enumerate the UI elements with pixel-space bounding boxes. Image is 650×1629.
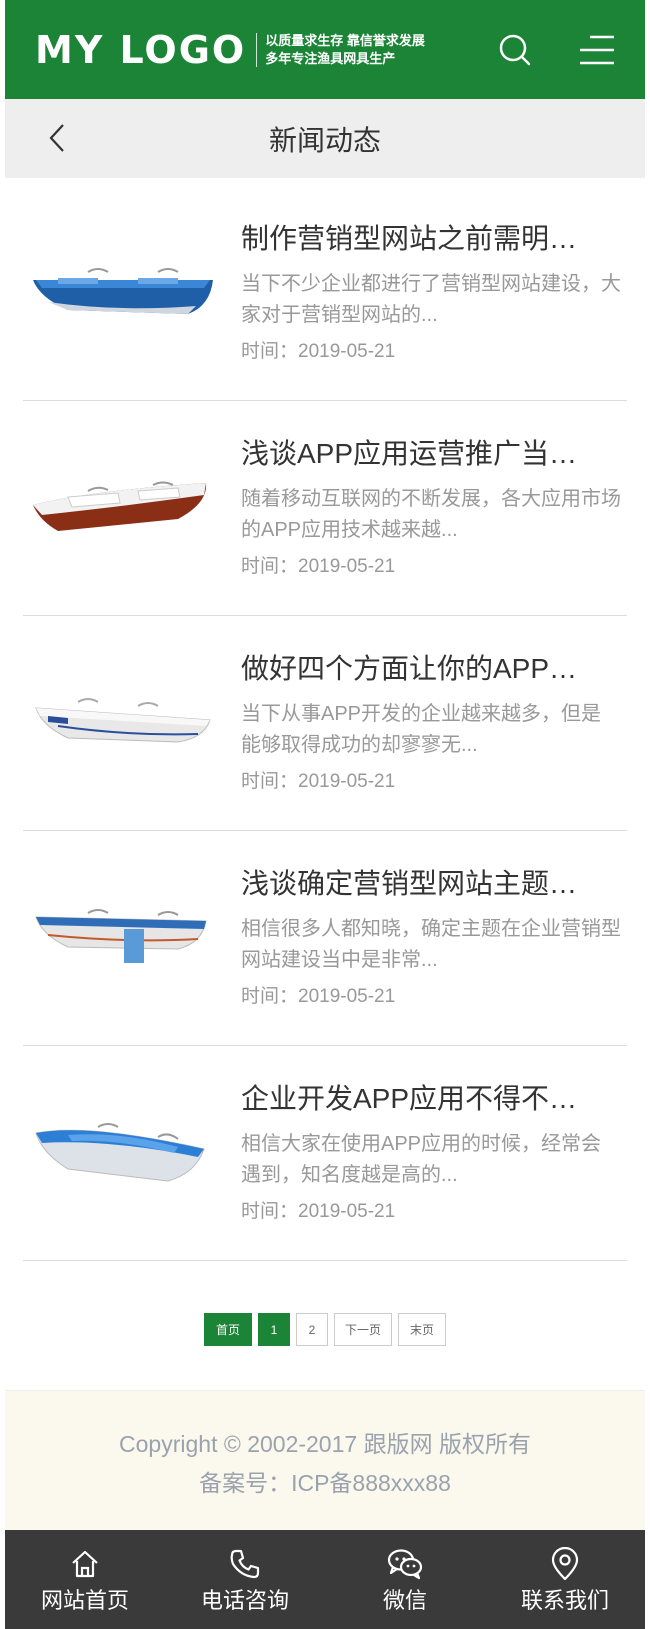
- boat-image: [35, 698, 211, 743]
- news-thumbnail[interactable]: [23, 873, 223, 1003]
- news-text: 浅谈确定营销型网站主题… 相信很多人都知晓，确定主题在企业营销型网站建设当中是非…: [241, 866, 627, 1010]
- news-title[interactable]: 浅谈确定营销型网站主题…: [241, 866, 621, 902]
- news-item[interactable]: 做好四个方面让你的APP… 当下从事APP开发的企业越来越多，但是能够取得成功的…: [23, 616, 627, 831]
- boat-image: [33, 481, 207, 531]
- page: MY LOGO 以质量求生存 靠信誉求发展 多年专注渔具网具生产 新闻动态 制作…: [5, 0, 645, 1629]
- news-item[interactable]: 制作营销型网站之前需明… 当下不少企业都进行了营销型网站建设，大家对于营销型网站…: [23, 178, 627, 401]
- pager-page-2[interactable]: 2: [296, 1313, 328, 1346]
- news-date: 时间：2019-05-21: [241, 556, 396, 577]
- news-item[interactable]: 浅谈APP应用运营推广当… 随着移动互联网的不断发展，各大应用市场的APP应用技…: [23, 401, 627, 616]
- news-title[interactable]: 浅谈APP应用运营推广当…: [241, 436, 621, 472]
- pager-page-1[interactable]: 1: [258, 1313, 290, 1346]
- news-text: 制作营销型网站之前需明… 当下不少企业都进行了营销型网站建设，大家对于营销型网站…: [241, 221, 627, 365]
- nav-phone-label: 电话咨询: [200, 1587, 289, 1613]
- pager-next[interactable]: 下一页: [334, 1313, 392, 1346]
- news-desc: 随着移动互联网的不断发展，各大应用市场的APP应用技术越来越...: [241, 488, 621, 541]
- nav-wechat-label: 微信: [382, 1587, 427, 1613]
- news-date: 时间：2019-05-21: [241, 341, 396, 362]
- news-thumbnail[interactable]: [23, 658, 223, 788]
- icp-text: 备案号：ICP备888xxx88: [199, 1470, 451, 1496]
- news-desc: 相信很多人都知晓，确定主题在企业营销型网站建设当中是非常...: [241, 918, 621, 971]
- news-date: 时间：2019-05-21: [241, 771, 396, 792]
- site-header: MY LOGO 以质量求生存 靠信誉求发展 多年专注渔具网具生产: [5, 0, 645, 99]
- title-bar: 新闻动态: [5, 99, 645, 178]
- news-text: 做好四个方面让你的APP… 当下从事APP开发的企业越来越多，但是能够取得成功的…: [241, 651, 627, 795]
- news-text: 浅谈APP应用运营推广当… 随着移动互联网的不断发展，各大应用市场的APP应用技…: [241, 436, 627, 580]
- page-title: 新闻动态: [268, 124, 381, 156]
- news-thumbnail[interactable]: [23, 1088, 223, 1218]
- wechat-icon: [387, 1548, 423, 1579]
- news-item[interactable]: 企业开发APP应用不得不… 相信大家在使用APP应用的时候，经常会遇到，知名度越…: [23, 1046, 627, 1261]
- site-logo[interactable]: MY LOGO: [35, 31, 246, 69]
- chevron-left-icon: [49, 124, 64, 152]
- copyright-text: Copyright © 2002-2017 跟版网 版权所有: [119, 1431, 531, 1457]
- bottom-nav: 网站首页 电话咨询 微信 联系我们: [5, 1530, 645, 1629]
- news-text: 企业开发APP应用不得不… 相信大家在使用APP应用的时候，经常会遇到，知名度越…: [241, 1081, 627, 1225]
- news-item[interactable]: 浅谈确定营销型网站主题… 相信很多人都知晓，确定主题在企业营销型网站建设当中是非…: [23, 831, 627, 1046]
- nav-phone[interactable]: 电话咨询: [165, 1530, 325, 1629]
- nav-home-label: 网站首页: [40, 1587, 129, 1613]
- pager-last[interactable]: 末页: [398, 1313, 446, 1346]
- news-thumbnail[interactable]: [23, 228, 223, 358]
- search-button[interactable]: [495, 30, 535, 70]
- boat-image: [35, 1123, 205, 1182]
- back-button[interactable]: [37, 118, 77, 158]
- news-date: 时间：2019-05-21: [241, 986, 396, 1007]
- boat-image: [33, 268, 213, 314]
- boat-image: [35, 909, 207, 963]
- slogan: 以质量求生存 靠信誉求发展 多年专注渔具网具生产: [265, 32, 425, 68]
- menu-button[interactable]: [577, 30, 617, 70]
- nav-home[interactable]: 网站首页: [5, 1530, 165, 1629]
- nav-wechat[interactable]: 微信: [325, 1530, 485, 1629]
- header-actions: [495, 30, 617, 70]
- pager-first[interactable]: 首页: [204, 1313, 252, 1346]
- news-list: 制作营销型网站之前需明… 当下不少企业都进行了营销型网站建设，大家对于营销型网站…: [5, 178, 645, 1261]
- news-thumbnail[interactable]: [23, 443, 223, 573]
- nav-contact-label: 联系我们: [520, 1587, 609, 1613]
- news-title[interactable]: 制作营销型网站之前需明…: [241, 221, 621, 257]
- pagination: 首页 1 2 下一页 末页: [5, 1313, 645, 1346]
- phone-icon: [230, 1549, 260, 1578]
- logo-divider: [256, 32, 258, 67]
- slogan-line-2: 多年专注渔具网具生产: [265, 50, 396, 66]
- location-pin-icon: [551, 1546, 579, 1580]
- site-footer: Copyright © 2002-2017 跟版网 版权所有 备案号：ICP备8…: [5, 1390, 645, 1530]
- nav-contact[interactable]: 联系我们: [485, 1530, 645, 1629]
- news-desc: 当下不少企业都进行了营销型网站建设，大家对于营销型网站的...: [241, 273, 621, 326]
- news-title[interactable]: 做好四个方面让你的APP…: [241, 651, 621, 687]
- news-title[interactable]: 企业开发APP应用不得不…: [241, 1081, 621, 1117]
- news-desc: 相信大家在使用APP应用的时候，经常会遇到，知名度越是高的...: [241, 1133, 602, 1186]
- news-date: 时间：2019-05-21: [241, 1201, 396, 1222]
- menu-icon: [580, 35, 614, 64]
- home-icon: [72, 1550, 98, 1577]
- news-desc: 当下从事APP开发的企业越来越多，但是能够取得成功的却寥寥无...: [241, 703, 602, 756]
- slogan-line-1: 以质量求生存 靠信誉求发展: [265, 32, 425, 48]
- search-icon: [499, 34, 531, 65]
